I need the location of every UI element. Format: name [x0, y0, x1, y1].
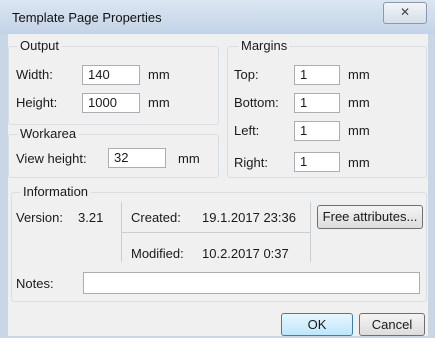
- modified-value: 10.2.2017 0:37: [202, 246, 289, 261]
- margin-right-unit: mm: [348, 155, 370, 170]
- title-bar: Template Page Properties ✕: [0, 0, 435, 34]
- output-legend: Output: [17, 38, 63, 54]
- information-legend: Information: [20, 184, 92, 200]
- output-group: Output: [8, 38, 219, 125]
- info-divider-horizontal: [121, 232, 310, 233]
- created-value: 19.1.2017 23:36: [202, 210, 296, 225]
- free-attributes-button[interactable]: Free attributes...: [317, 205, 423, 229]
- cancel-button[interactable]: Cancel: [359, 313, 425, 336]
- margin-top-label: Top:: [234, 67, 259, 82]
- margin-bottom-label: Bottom:: [234, 95, 279, 110]
- version-value: 3.21: [78, 210, 104, 225]
- version-label: Version:: [16, 210, 63, 225]
- width-input[interactable]: 140: [82, 65, 140, 85]
- width-label: Width:: [16, 67, 53, 82]
- workarea-legend: Workarea: [17, 126, 80, 142]
- notes-input[interactable]: [83, 272, 420, 294]
- margin-left-label: Left:: [234, 123, 260, 138]
- notes-label: Notes:: [16, 276, 54, 291]
- margin-left-input[interactable]: 1: [294, 121, 340, 141]
- height-unit: mm: [148, 95, 170, 110]
- info-divider-right: [310, 202, 311, 262]
- close-icon[interactable]: ✕: [383, 2, 427, 24]
- view-height-unit: mm: [178, 151, 200, 166]
- window-title: Template Page Properties: [12, 10, 162, 25]
- modified-label: Modified:: [131, 246, 184, 261]
- view-height-input[interactable]: 32: [108, 148, 166, 168]
- dialog-client-area: Output Width: 140 mm Height: 1000 mm Wor…: [8, 34, 428, 336]
- height-label: Height:: [16, 95, 58, 110]
- ok-button[interactable]: OK: [281, 313, 353, 336]
- view-height-label: View height:: [16, 151, 87, 166]
- margin-left-unit: mm: [348, 123, 370, 138]
- margins-legend: Margins: [238, 38, 291, 54]
- margin-right-label: Right:: [234, 155, 268, 170]
- height-input[interactable]: 1000: [82, 93, 140, 113]
- margin-top-unit: mm: [348, 67, 370, 82]
- margin-bottom-unit: mm: [348, 95, 370, 110]
- margin-bottom-input[interactable]: 1: [294, 93, 340, 113]
- created-label: Created:: [131, 210, 181, 225]
- margin-right-input[interactable]: 1: [294, 152, 340, 172]
- margin-top-input[interactable]: 1: [294, 65, 340, 85]
- width-unit: mm: [148, 67, 170, 82]
